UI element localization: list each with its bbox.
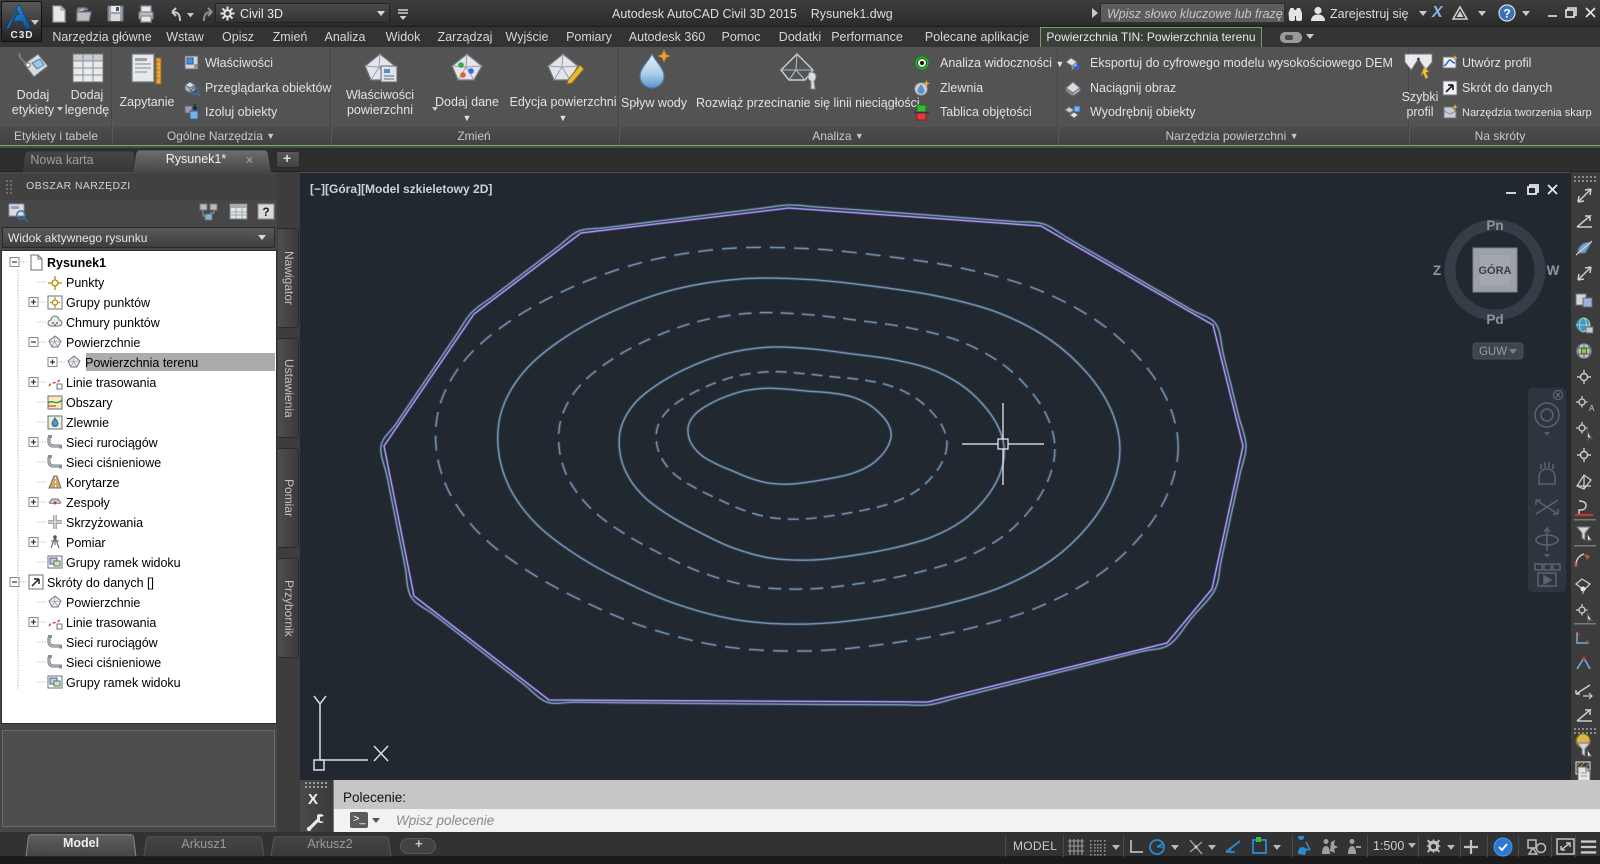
svg-text:Linie trasowania: Linie trasowania bbox=[66, 376, 156, 390]
svg-text:[−][Góra][Model szkieletowy 2D: [−][Góra][Model szkieletowy 2D] bbox=[310, 182, 492, 196]
svg-text:Linie trasowania: Linie trasowania bbox=[66, 616, 156, 630]
svg-text:Powierzchnie: Powierzchnie bbox=[66, 336, 140, 350]
svg-text:Chmury punktów: Chmury punktów bbox=[66, 316, 161, 330]
svg-text:Rysunek1: Rysunek1 bbox=[47, 256, 106, 270]
svg-text:W: W bbox=[1547, 263, 1560, 278]
svg-text:Grupy ramek widoku: Grupy ramek widoku bbox=[66, 676, 181, 690]
svg-text:GÓRA: GÓRA bbox=[1479, 264, 1512, 277]
svg-text:Pd: Pd bbox=[1486, 312, 1503, 327]
svg-text:Zespoły: Zespoły bbox=[66, 496, 111, 510]
svg-text:Sieci ciśnieniowe: Sieci ciśnieniowe bbox=[66, 456, 161, 470]
svg-text:Pomiar: Pomiar bbox=[66, 536, 106, 550]
svg-text:Sieci rurociągów: Sieci rurociągów bbox=[66, 436, 159, 450]
svg-text:Punkty: Punkty bbox=[66, 276, 105, 290]
svg-text:A: A bbox=[1589, 404, 1595, 413]
svg-text:Skrzyżowania: Skrzyżowania bbox=[66, 516, 143, 530]
svg-text:Z: Z bbox=[1433, 263, 1441, 278]
svg-text:Powierzchnia terenu: Powierzchnia terenu bbox=[85, 356, 198, 370]
svg-text:Powierzchnie: Powierzchnie bbox=[66, 596, 140, 610]
svg-text:Korytarze: Korytarze bbox=[66, 476, 120, 490]
svg-text:Obszary: Obszary bbox=[66, 396, 113, 410]
svg-text:Grupy punktów: Grupy punktów bbox=[66, 296, 151, 310]
svg-text:?: ? bbox=[262, 205, 269, 219]
svg-text:GUW: GUW bbox=[1479, 346, 1507, 358]
svg-text:Skróty do danych []: Skróty do danych [] bbox=[47, 576, 154, 590]
svg-text:?: ? bbox=[1503, 7, 1510, 21]
svg-text:Grupy ramek widoku: Grupy ramek widoku bbox=[66, 556, 181, 570]
svg-text:Zlewnie: Zlewnie bbox=[66, 416, 109, 430]
svg-text:Pn: Pn bbox=[1486, 218, 1503, 233]
svg-text:Sieci rurociągów: Sieci rurociągów bbox=[66, 636, 159, 650]
svg-text:Sieci ciśnieniowe: Sieci ciśnieniowe bbox=[66, 656, 161, 670]
